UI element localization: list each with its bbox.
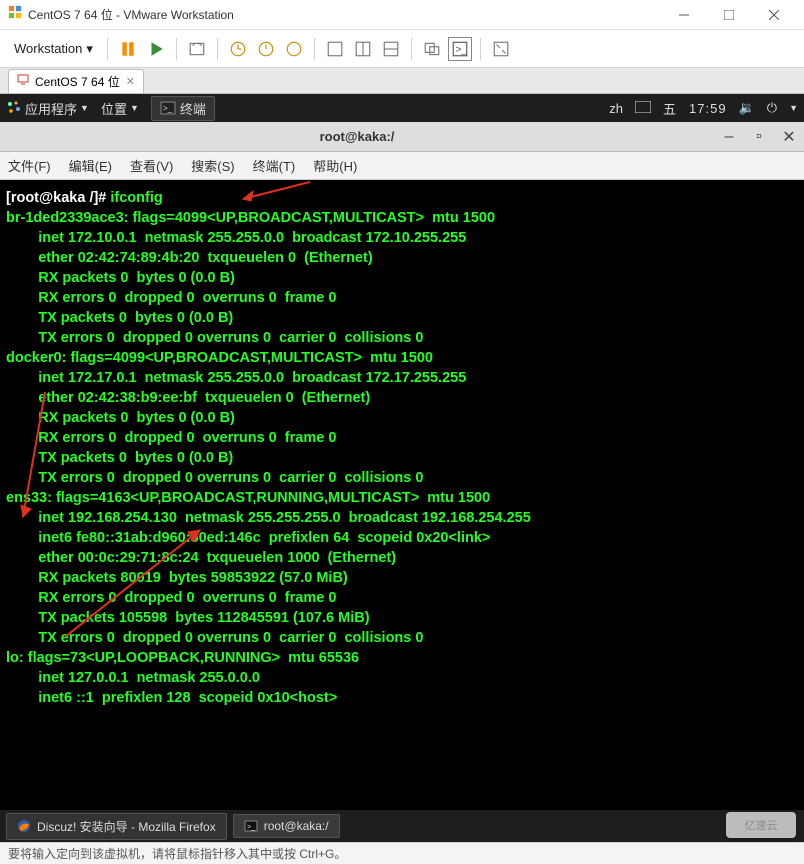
terminal-window: root@kaka:/ – ▫ ✕ 文件(F) 编辑(E) 查看(V) 搜索(S… xyxy=(0,122,804,810)
terminal-icon: >_ xyxy=(160,100,176,116)
monitor-icon xyxy=(17,74,29,89)
gnome-logo-icon xyxy=(6,100,22,116)
close-icon[interactable]: ✕ xyxy=(126,75,135,88)
keyboard-icon[interactable] xyxy=(635,101,651,116)
console-button[interactable]: >_ xyxy=(448,37,472,61)
fullscreen-button[interactable] xyxy=(489,37,513,61)
toolbar-separator xyxy=(217,38,218,60)
terminal-minimize-button[interactable]: – xyxy=(714,128,744,146)
svg-text:>_: >_ xyxy=(455,44,467,55)
watermark: 亿速云 xyxy=(726,812,796,838)
menu-terminal[interactable]: 终端(T) xyxy=(253,156,296,175)
terminal-task-label: 终端 xyxy=(180,99,206,118)
watermark-label: 亿速云 xyxy=(745,817,778,833)
places-menu[interactable]: 位置 ▼ xyxy=(101,99,139,118)
applications-menu[interactable]: 应用程序 ▼ xyxy=(6,99,89,118)
workstation-menu[interactable]: Workstation ▾ xyxy=(8,37,99,61)
gnome-taskbar: Discuz! 安装向导 - Mozilla Firefox >_ root@k… xyxy=(0,810,804,842)
snapshot-button[interactable] xyxy=(185,37,209,61)
gnome-top-bar: 应用程序 ▼ 位置 ▼ >_ 终端 zh 五 17:59 🔉 ⏻ ▼ xyxy=(0,94,804,122)
clock-button-3[interactable] xyxy=(282,37,306,61)
maximize-button[interactable] xyxy=(706,1,751,29)
menu-search[interactable]: 搜索(S) xyxy=(191,156,234,175)
vmware-statusbar: 要将输入定向到该虚拟机，请将鼠标指针移入其中或按 Ctrl+G。 xyxy=(0,842,804,864)
toolbar-separator xyxy=(480,38,481,60)
toolbar-separator xyxy=(314,38,315,60)
status-text: 要将输入定向到该虚拟机，请将鼠标指针移入其中或按 Ctrl+G。 xyxy=(8,845,346,862)
pause-button[interactable] xyxy=(116,37,140,61)
svg-text:>_: >_ xyxy=(247,824,255,831)
workstation-menu-label: Workstation xyxy=(14,41,82,56)
places-label: 位置 xyxy=(101,99,127,118)
power-icon[interactable]: ⏻ xyxy=(767,100,777,116)
clock-time[interactable]: 17:59 xyxy=(689,101,727,116)
taskbar-item-terminal[interactable]: >_ root@kaka:/ xyxy=(233,814,340,838)
terminal-task-indicator[interactable]: >_ 终端 xyxy=(151,96,215,121)
vm-tab-centos[interactable]: CentOS 7 64 位 ✕ xyxy=(8,69,144,93)
taskbar-item-label: root@kaka:/ xyxy=(264,819,329,833)
terminal-menubar: 文件(F) 编辑(E) 查看(V) 搜索(S) 终端(T) 帮助(H) xyxy=(0,152,804,180)
terminal-body[interactable]: [root@kaka /]# ifconfigbr-1ded2339ace3: … xyxy=(0,180,804,810)
volume-icon[interactable]: 🔉 xyxy=(739,100,755,116)
terminal-title: root@kaka:/ xyxy=(0,129,714,144)
menu-edit[interactable]: 编辑(E) xyxy=(69,156,112,175)
terminal-maximize-button[interactable]: ▫ xyxy=(744,128,774,146)
terminal-icon: >_ xyxy=(244,819,258,833)
vmware-titlebar: CentOS 7 64 位 - VMware Workstation xyxy=(0,0,804,30)
vmware-toolbar: Workstation ▾ >_ xyxy=(0,30,804,68)
view-split-button[interactable] xyxy=(351,37,375,61)
taskbar-item-label: Discuz! 安装向导 - Mozilla Firefox xyxy=(37,818,216,835)
clock-button-2[interactable] xyxy=(254,37,278,61)
toolbar-separator xyxy=(411,38,412,60)
menu-view[interactable]: 查看(V) xyxy=(130,156,173,175)
chevron-down-icon[interactable]: ▼ xyxy=(789,103,798,113)
unity-button[interactable] xyxy=(420,37,444,61)
minimize-button[interactable] xyxy=(661,1,706,29)
toolbar-separator xyxy=(107,38,108,60)
vmware-logo-icon xyxy=(8,5,28,24)
vmware-title: CentOS 7 64 位 - VMware Workstation xyxy=(28,6,661,23)
clock-button-1[interactable] xyxy=(226,37,250,61)
close-button[interactable] xyxy=(751,1,796,29)
taskbar-item-firefox[interactable]: Discuz! 安装向导 - Mozilla Firefox xyxy=(6,813,227,840)
input-method-indicator[interactable]: zh xyxy=(609,101,623,116)
terminal-close-button[interactable]: ✕ xyxy=(774,127,804,147)
toolbar-separator xyxy=(176,38,177,60)
view-single-button[interactable] xyxy=(323,37,347,61)
chevron-down-icon: ▾ xyxy=(86,41,93,57)
menu-help[interactable]: 帮助(H) xyxy=(313,156,357,175)
firefox-icon xyxy=(17,819,31,833)
menu-file[interactable]: 文件(F) xyxy=(8,156,51,175)
applications-label: 应用程序 xyxy=(25,99,77,118)
chevron-down-icon: ▼ xyxy=(80,103,89,113)
day-label[interactable]: 五 xyxy=(663,99,677,118)
chevron-down-icon: ▼ xyxy=(130,103,139,113)
vm-tab-label: CentOS 7 64 位 xyxy=(35,73,120,90)
svg-text:>_: >_ xyxy=(163,104,173,113)
view-grid-button[interactable] xyxy=(379,37,403,61)
play-button[interactable] xyxy=(144,37,168,61)
terminal-titlebar: root@kaka:/ – ▫ ✕ xyxy=(0,122,804,152)
vmware-tab-row: CentOS 7 64 位 ✕ xyxy=(0,68,804,94)
